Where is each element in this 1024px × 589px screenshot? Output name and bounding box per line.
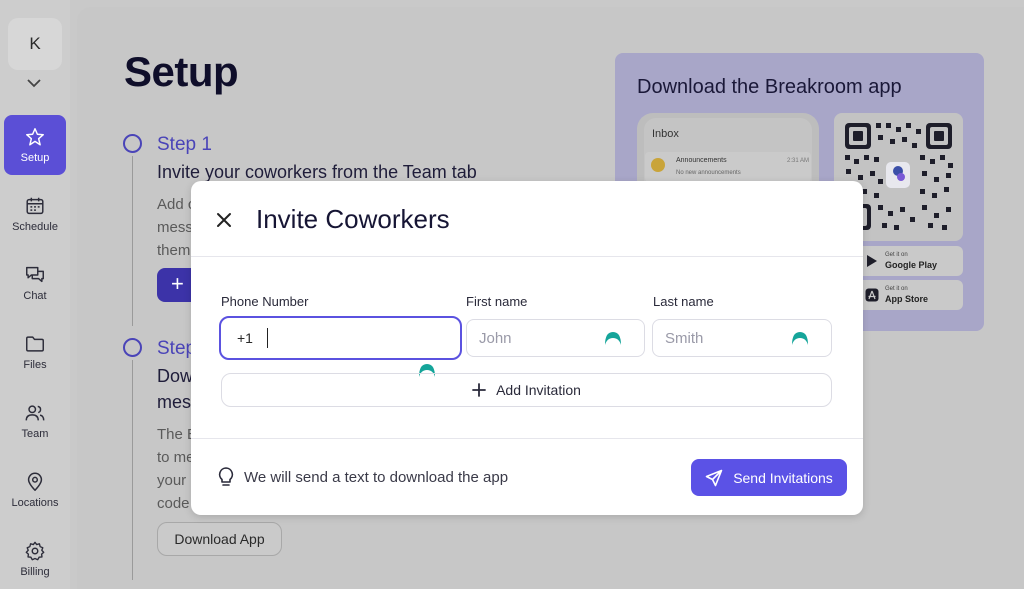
phone-announcement-title: Announcements [676, 157, 727, 164]
sidebar-item-label: Files [23, 359, 47, 371]
step-2-indicator [123, 338, 142, 357]
sidebar-item-label: Billing [20, 566, 50, 578]
chat-icon [26, 266, 44, 283]
sidebar-item-label: Team [21, 428, 49, 440]
modal-title: Invite Coworkers [256, 204, 450, 234]
send-invitations-button[interactable]: Send Invitations [691, 459, 847, 496]
step-connector [132, 156, 133, 326]
sidebar-item-setup[interactable]: Setup [4, 115, 66, 175]
phone-inbox-header: Inbox [652, 128, 679, 140]
store-name: Google Play [885, 260, 938, 270]
phone-number-input[interactable]: +1 [219, 316, 462, 360]
phone-announcement-row [645, 152, 811, 182]
step-1-text: mess [157, 219, 193, 236]
sidebar-item-label: Chat [23, 290, 47, 302]
sidebar-item-schedule[interactable]: Schedule [4, 184, 66, 244]
app-store-badge[interactable]: Get it on App Store [857, 280, 963, 310]
add-invitation-button[interactable]: Add Invitation [221, 373, 832, 407]
page-title: Setup [124, 48, 239, 95]
step-1-text: them [157, 242, 191, 259]
step-2-text: code [157, 495, 190, 512]
star-icon [26, 128, 44, 146]
sidebar-item-chat[interactable]: Chat [4, 253, 66, 313]
text-caret [266, 328, 268, 348]
sidebar-item-label: Setup [20, 152, 50, 164]
step-1-indicator [123, 134, 142, 153]
step-2-text: to me [157, 449, 195, 466]
grammarly-icon[interactable] [603, 328, 623, 348]
step-1-text: Add c [157, 196, 196, 213]
grammarly-icon[interactable] [790, 328, 810, 348]
send-icon [705, 469, 723, 486]
sidebar-item-files[interactable]: Files [4, 322, 66, 382]
step-connector [132, 360, 133, 580]
step-2-heading: mes [157, 392, 192, 412]
team-icon [25, 405, 45, 421]
country-code-prefix: +1 [237, 330, 253, 346]
step-1-label: Step 1 [157, 134, 212, 155]
chevron-down-icon[interactable] [26, 76, 42, 90]
app-store-icon [865, 288, 879, 302]
hint-text: We will send a text to download the app [244, 469, 509, 486]
last-name-label: Last name [653, 294, 714, 309]
store-name: App Store [885, 294, 929, 304]
send-invitations-label: Send Invitations [733, 469, 833, 486]
promo-title: Download the Breakroom app [637, 76, 902, 98]
calendar-icon [26, 197, 44, 215]
step-2-heading: Dow [157, 366, 194, 386]
close-icon[interactable] [213, 209, 235, 231]
sidebar: K Setup Schedule Chat Files Team Locatio… [0, 0, 70, 589]
modal-header-divider [191, 256, 863, 257]
first-name-label: First name [466, 294, 528, 309]
modal-footer-divider [191, 438, 863, 439]
google-play-badge[interactable]: Get it on Google Play [857, 246, 963, 276]
megaphone-icon [651, 158, 665, 172]
sidebar-item-label: Schedule [12, 221, 58, 233]
gear-icon [25, 541, 45, 561]
store-small-label: Get it on [885, 252, 908, 258]
sidebar-item-locations[interactable]: Locations [4, 460, 66, 520]
plus-icon [472, 383, 486, 397]
add-invitation-label: Add Invitation [496, 382, 581, 398]
sidebar-item-label: Locations [11, 497, 59, 509]
step-2-text: your [157, 472, 187, 489]
lightbulb-icon [218, 467, 234, 486]
workspace-avatar[interactable]: K [8, 18, 62, 70]
google-play-icon [867, 255, 877, 267]
phone-announcement-sub: No new announcements [676, 170, 741, 176]
download-app-button[interactable]: Download App [157, 522, 282, 556]
folder-icon [26, 336, 44, 352]
phone-announcement-time: 2:31 AM [787, 158, 810, 164]
sidebar-item-team[interactable]: Team [4, 391, 66, 451]
location-pin-icon [27, 472, 43, 491]
store-small-label: Get it on [885, 286, 908, 292]
sidebar-item-billing[interactable]: Billing [4, 529, 66, 589]
phone-number-label: Phone Number [221, 294, 309, 309]
